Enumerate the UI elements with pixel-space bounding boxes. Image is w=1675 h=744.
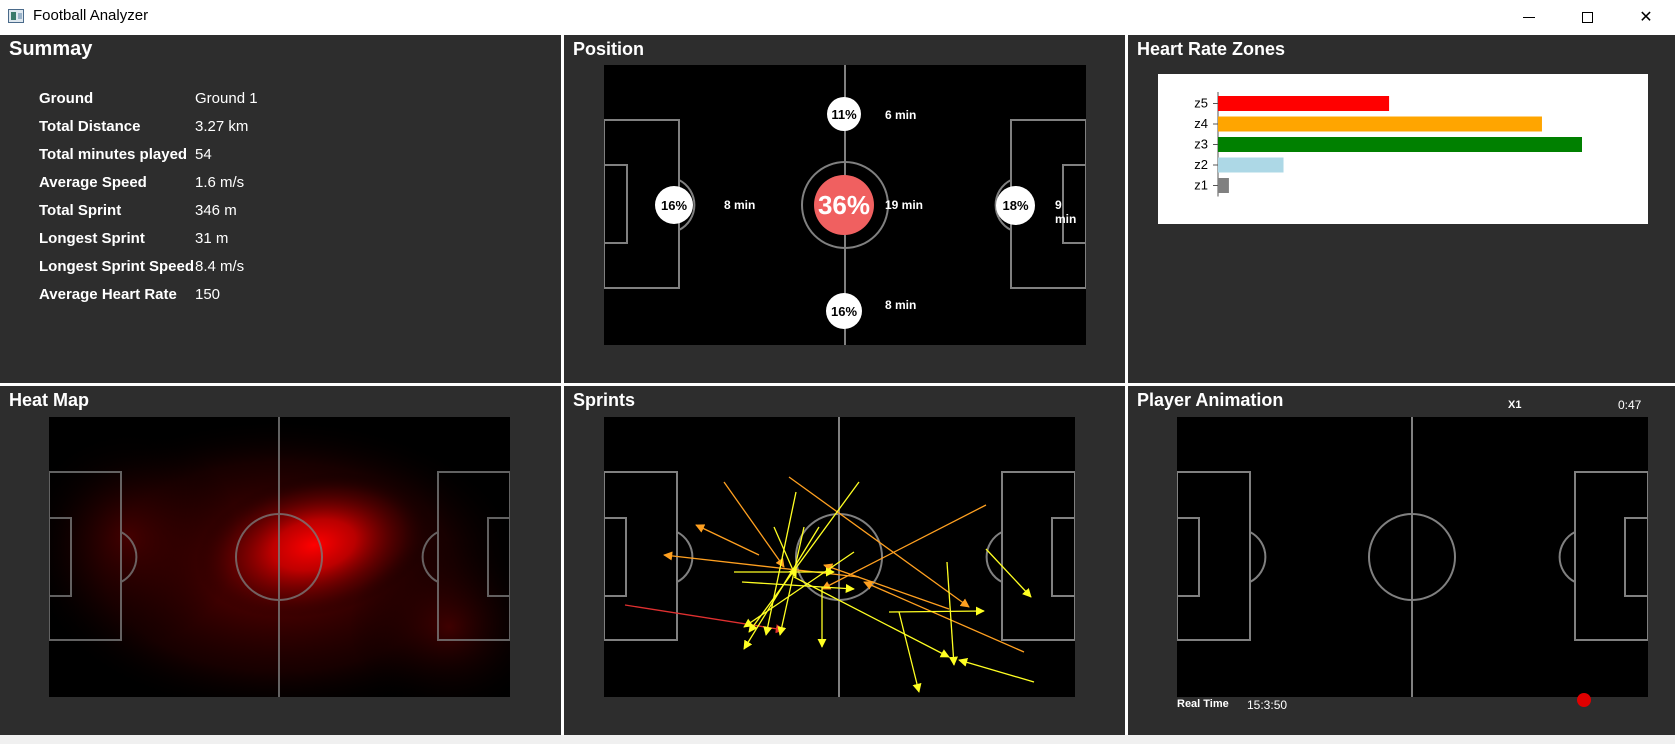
summary-value: 1.6 m/s	[195, 174, 245, 191]
sprint-arrow	[723, 481, 785, 568]
summary-value: 8.4 m/s	[195, 258, 245, 275]
summary-panel: Summay Ground Ground 1 Total Distance 3.…	[0, 35, 561, 383]
zone-top-bubble: 11%	[827, 97, 861, 131]
maximize-icon	[1581, 11, 1593, 23]
sprint-arrow	[741, 581, 855, 594]
summary-row-longest-sprint: Longest Sprint 31 m	[39, 230, 539, 250]
status-strip	[0, 735, 1675, 744]
sprint-arrow	[748, 481, 860, 633]
timeline-playhead[interactable]	[1577, 693, 1591, 707]
hrz-tick-label-z5: z5	[1194, 96, 1208, 111]
heart-rate-zones-chart: z5 z4 z3 z2 z1	[1158, 74, 1648, 224]
hrz-tick-label-z1: z1	[1194, 178, 1208, 193]
summary-label: Ground	[39, 90, 94, 107]
heat-map-svg	[49, 417, 510, 697]
playback-speed[interactable]: X1	[1508, 399, 1521, 411]
sprint-arrow	[946, 561, 958, 666]
sprint-arrow	[958, 657, 1035, 683]
heart-rate-zones-panel: Heart Rate Zones z5 z4 z3 z2 z1	[1128, 35, 1675, 383]
summary-row-ground: Ground Ground 1	[39, 90, 539, 110]
sprints-panel: Sprints	[564, 386, 1125, 735]
summary-row-longest-sprint-speed: Longest Sprint Speed 8.4 m/s	[39, 258, 539, 278]
sprints-svg	[604, 417, 1075, 697]
summary-row-total-sprint: Total Sprint 346 m	[39, 202, 539, 222]
summary-label: Average Heart Rate	[39, 286, 177, 303]
maximize-button[interactable]	[1558, 0, 1616, 34]
summary-value: 3.27 km	[195, 118, 249, 135]
sprint-arrow	[821, 504, 987, 590]
summary-value: Ground 1	[195, 90, 258, 107]
hrz-tick-label-z3: z3	[1194, 137, 1208, 152]
zone-right-minutes: 9 min	[1055, 198, 1077, 226]
minimize-button[interactable]	[1500, 0, 1558, 34]
zone-bottom-bubble: 16%	[826, 293, 862, 329]
summary-row-average-speed: Average Speed 1.6 m/s	[39, 174, 539, 194]
heart-rate-zones-svg: z5 z4 z3 z2 z1	[1194, 92, 1582, 197]
sprints-pitch	[604, 417, 1075, 697]
summary-label: Longest Sprint	[39, 230, 145, 247]
sprint-arrow	[888, 606, 985, 616]
app-icon	[8, 9, 24, 23]
sprint-arrow	[793, 576, 950, 658]
zone-center-minutes: 19 min	[885, 198, 924, 212]
summary-row-total-distance: Total Distance 3.27 km	[39, 118, 539, 138]
hrz-bar-z5	[1218, 96, 1390, 111]
hrz-tick-label-z2: z2	[1194, 157, 1208, 172]
title-bar: Football Analyzer ✕	[0, 0, 1675, 34]
real-time-value: 15:3:50	[1247, 698, 1288, 712]
sprint-arrow	[663, 551, 860, 578]
summary-value: 54	[195, 146, 212, 163]
minimize-icon	[1523, 16, 1535, 18]
player-animation-panel: Player Animation X1 0:47 Real Time 15:3:…	[1128, 386, 1675, 735]
zone-left-minutes: 8 min	[724, 198, 756, 212]
zone-right-bubble: 18%	[996, 186, 1035, 225]
hrz-bar-z1	[1218, 178, 1229, 193]
summary-label: Longest Sprint Speed	[39, 258, 195, 275]
hrz-bar-z3	[1218, 137, 1582, 152]
sprints-title: Sprints	[573, 390, 636, 410]
animation-pitch	[1177, 417, 1648, 697]
heat-map-title: Heat Map	[9, 390, 90, 410]
sprint-arrow	[788, 476, 970, 608]
summary-row-total-minutes: Total minutes played 54	[39, 146, 539, 166]
hrz-tick-label-z4: z4	[1194, 116, 1208, 131]
position-title: Position	[573, 39, 644, 59]
summary-label: Total Sprint	[39, 202, 122, 219]
summary-label: Average Speed	[39, 174, 147, 191]
summary-title: Summay	[9, 38, 93, 60]
summary-value: 150	[195, 286, 221, 303]
close-icon: ✕	[1639, 9, 1653, 26]
playback-clock: 0:47	[1618, 398, 1642, 412]
position-pitch: 11% 6 min 16% 8 min 36% 19 min 18% 9 min…	[604, 65, 1086, 345]
heat-map-panel: Heat Map	[0, 386, 561, 735]
summary-label: Total Distance	[39, 118, 141, 135]
close-button[interactable]: ✕	[1617, 0, 1675, 34]
zone-bottom-minutes: 8 min	[885, 298, 917, 312]
heat-map-pitch	[49, 417, 510, 697]
animation-pitch-lines	[1177, 417, 1648, 697]
summary-row-average-heart-rate: Average Heart Rate 150	[39, 286, 539, 306]
zone-top-minutes: 6 min	[885, 108, 917, 122]
zone-center-bubble: 36%	[814, 175, 874, 235]
sprint-arrow	[773, 526, 797, 578]
hrz-bar-z4	[1218, 116, 1542, 132]
summary-label: Total minutes played	[39, 146, 188, 163]
sprint-arrows	[624, 476, 1035, 693]
heart-rate-zones-title: Heart Rate Zones	[1137, 39, 1286, 59]
sprint-arrow	[695, 524, 760, 556]
sprint-arrow	[863, 581, 1025, 653]
zone-left-bubble: 16%	[655, 186, 693, 224]
hrz-bar-z2	[1218, 157, 1284, 173]
sprint-arrow	[763, 491, 797, 636]
player-animation-title: Player Animation	[1137, 390, 1284, 410]
summary-value: 31 m	[195, 230, 229, 247]
position-panel: Position 11% 6 min 16% 8 min 36% 19 min …	[564, 35, 1125, 383]
sprint-arrow	[898, 611, 922, 693]
window-title: Football Analyzer	[33, 7, 149, 24]
real-time-label: Real Time	[1177, 698, 1229, 710]
summary-value: 346 m	[195, 202, 237, 219]
